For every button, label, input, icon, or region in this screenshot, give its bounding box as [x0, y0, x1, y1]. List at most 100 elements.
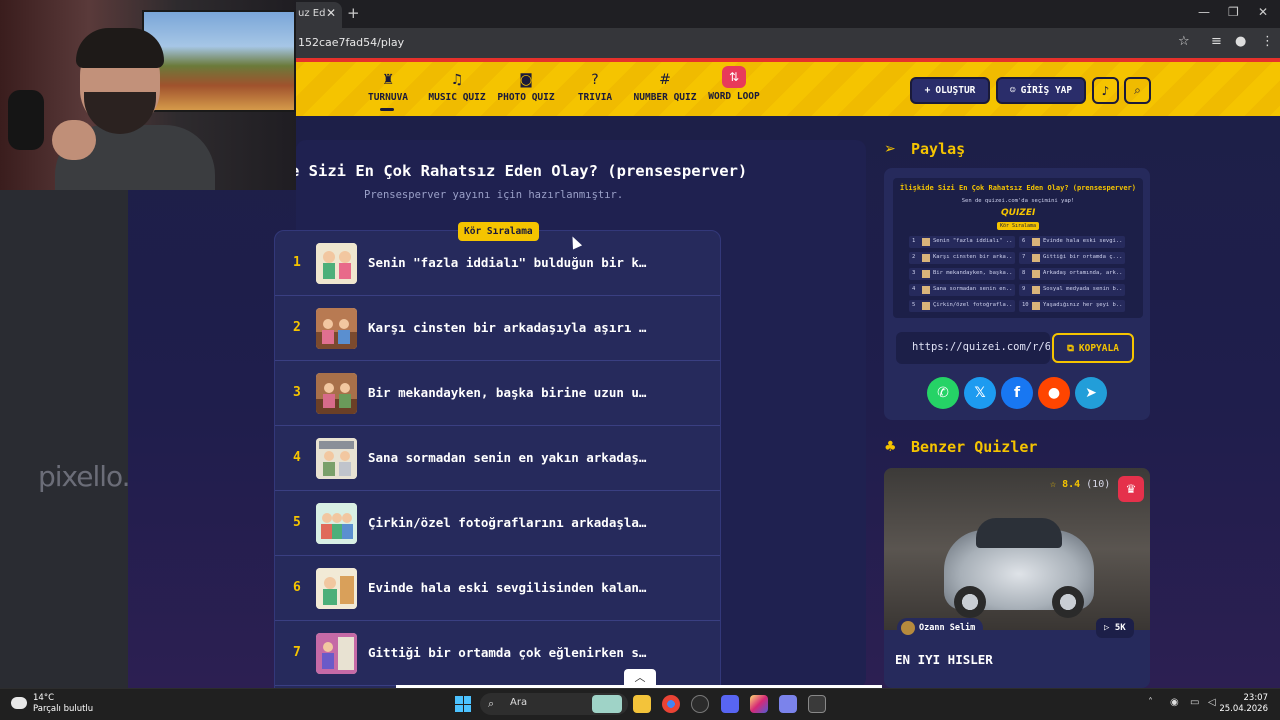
x-share-button[interactable]: 𝕏	[964, 377, 996, 409]
tab-close-icon[interactable]: ✕	[326, 6, 336, 20]
microphone-icon[interactable]: ◉	[1170, 697, 1179, 708]
telegram-share-button[interactable]: ➤	[1075, 377, 1107, 409]
preview-item-text: Sana sormadan senin en...	[933, 286, 1013, 292]
microphone	[8, 90, 44, 150]
preview-item-num: 2	[912, 254, 916, 260]
streamer-hand	[52, 120, 96, 160]
nav-trivia[interactable]: ? TRIVIA	[572, 62, 618, 116]
file-explorer-icon[interactable]	[633, 695, 651, 713]
monitor-icon[interactable]: ▭	[1190, 697, 1199, 708]
copy-button[interactable]: ⧉ KOPYALA	[1052, 333, 1134, 363]
nav-word-loop[interactable]: ⇅ WORD LOOP	[706, 62, 762, 116]
sort-icon: ⇅	[722, 66, 746, 88]
quiz-rating: ☆ 8.4 (10)	[1050, 479, 1110, 490]
car-wheel	[1052, 586, 1084, 618]
item-thumbnail	[316, 633, 357, 674]
rank-number: 7	[293, 645, 301, 660]
preview-item-num: 6	[1022, 238, 1026, 244]
url-field[interactable]: 152cae7fad54/play	[298, 36, 404, 49]
search-button[interactable]: ⌕	[1124, 77, 1151, 104]
cloud-icon	[11, 697, 27, 709]
preview-item-num: 7	[1022, 254, 1026, 260]
chevron-up-icon[interactable]: ˄	[1148, 697, 1153, 708]
media-icon[interactable]: ≡	[1211, 34, 1222, 49]
search-highlight-icon[interactable]	[592, 695, 622, 713]
list-item[interactable]: 2 Karşı cinsten bir arkadaşıyla aşırı …	[275, 296, 720, 361]
car-window	[976, 518, 1062, 548]
item-thumbnail	[316, 568, 357, 609]
list-item[interactable]: 6 Evinde hala eski sevgilisinden kalan…	[275, 556, 720, 621]
nav-music-quiz[interactable]: ♫ MUSIC QUIZ	[424, 62, 490, 116]
minimize-icon[interactable]: —	[1198, 5, 1210, 19]
bell-icon: ♪	[1101, 83, 1110, 98]
preview-thumb	[922, 238, 930, 246]
discord-icon[interactable]	[721, 695, 739, 713]
settings-app-icon[interactable]	[691, 695, 709, 713]
facebook-share-button[interactable]: f	[1001, 377, 1033, 409]
volume-icon[interactable]: ◁	[1208, 697, 1216, 708]
teams-icon[interactable]	[779, 695, 797, 713]
list-item[interactable]: 3 Bir mekandayken, başka birine uzun u…	[275, 361, 720, 426]
preview-item-num: 5	[912, 302, 916, 308]
preview-item-text: Yaşadığınız her şeyi b...	[1043, 302, 1123, 308]
create-button[interactable]: + OLUŞTUR	[910, 77, 990, 104]
login-button[interactable]: ☺ GİRİŞ YAP	[996, 77, 1086, 104]
reddit-share-button[interactable]: ●	[1038, 377, 1070, 409]
item-text: Evinde hala eski sevgilisinden kalan…	[368, 580, 647, 595]
chrome-icon[interactable]	[662, 695, 680, 713]
close-window-icon[interactable]: ✕	[1258, 5, 1268, 19]
rank-number: 3	[293, 385, 301, 400]
copy-label: KOPYALA	[1078, 342, 1119, 354]
quiz-author[interactable]: Ozann Selim	[897, 618, 984, 638]
nav-number-quiz[interactable]: # NUMBER QUIZ	[630, 62, 700, 116]
item-text: Bir mekandayken, başka birine uzun u…	[368, 385, 647, 400]
share-preview-image: İlişkide Sizi En Çok Rahatsız Eden Olay?…	[893, 178, 1143, 318]
preview-thumb	[922, 302, 930, 310]
profile-icon[interactable]: ●	[1235, 34, 1246, 49]
nav-photo-quiz[interactable]: ◙ PHOTO QUIZ	[494, 62, 558, 116]
preview-item-num: 1	[912, 238, 916, 244]
new-tab-icon[interactable]: +	[347, 4, 360, 22]
item-text: Senin "fazla iddialı" bulduğun bir k…	[368, 255, 647, 270]
clock-time[interactable]: 23:07	[1228, 693, 1269, 703]
windows-start-icon[interactable]	[455, 696, 471, 712]
menu-icon[interactable]: ⋮	[1261, 34, 1274, 49]
calculator-icon[interactable]	[808, 695, 826, 713]
page-title: e Sizi En Çok Rahatsız Eden Olay? (prens…	[290, 162, 748, 180]
preview-item-text: Karşı cinsten bir arka...	[933, 254, 1013, 260]
list-item[interactable]: 5 Çirkin/özel fotoğraflarını arkadaşla…	[275, 491, 720, 556]
preview-item-text: Evinde hala eski sevgi...	[1043, 238, 1123, 244]
preview-thumb	[1032, 270, 1040, 278]
rank-number: 6	[293, 580, 301, 595]
nav-label: NUMBER QUIZ	[633, 92, 697, 103]
share-heading: Paylaş	[911, 140, 966, 158]
weather-temperature[interactable]: 14°C	[33, 693, 54, 703]
clock-date[interactable]: 25.04.2026	[1218, 704, 1268, 714]
music-note-icon: ♫	[450, 72, 464, 88]
item-thumbnail	[316, 243, 357, 284]
left-gutter	[0, 190, 128, 688]
preview-thumb	[922, 270, 930, 278]
preview-item-text: Gittiği bir ortamda ç...	[1043, 254, 1123, 260]
similar-heading: Benzer Quizler	[911, 438, 1038, 456]
whatsapp-share-button[interactable]: ✆	[927, 377, 959, 409]
preview-item-num: 10	[1022, 302, 1029, 308]
notification-button[interactable]: ♪	[1092, 77, 1119, 104]
rank-number: 4	[293, 450, 301, 465]
list-item[interactable]: 4 Sana sormadan senin en yakın arkadaş…	[275, 426, 720, 491]
blind-ranking-badge: Kör Sıralama	[458, 222, 539, 241]
weather-description[interactable]: Parçalı bulutlu	[33, 704, 93, 714]
preview-item: 6 Evinde hala eski sevgi...	[1019, 236, 1125, 248]
restore-icon[interactable]: ❐	[1228, 5, 1239, 19]
preview-item: 10 Yaşadığınız her şeyi b...	[1019, 300, 1125, 312]
preview-item: 9 Sosyal medyada senin b...	[1019, 284, 1125, 296]
preview-item: 4 Sana sormadan senin en...	[909, 284, 1015, 296]
similar-quiz-card[interactable]: ☆ 8.4 (10) ♛ Ozann Selim ▷ 5K EN IYI HIS…	[884, 468, 1150, 688]
preview-item-text: Sosyal medyada senin b...	[1043, 286, 1123, 292]
bookmark-star-icon[interactable]: ☆	[1178, 34, 1190, 49]
quiz-cover-image	[884, 468, 1150, 630]
preview-item-text: Senin "fazla iddialı" ...	[933, 238, 1013, 244]
instagram-icon[interactable]	[750, 695, 768, 713]
share-link-field[interactable]: https://quizei.com/r/69e	[896, 332, 1050, 364]
preview-thumb	[1032, 286, 1040, 294]
